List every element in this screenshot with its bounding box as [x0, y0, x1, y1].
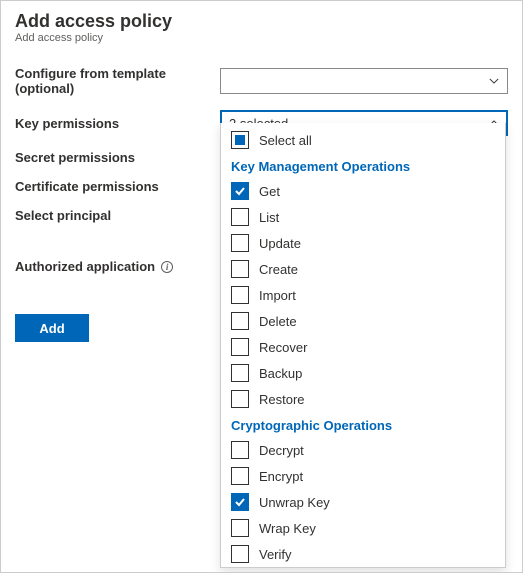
- label-secret-permissions: Secret permissions: [15, 150, 220, 165]
- configure-from-template-dropdown[interactable]: [220, 68, 508, 94]
- option-item[interactable]: Delete: [221, 308, 505, 334]
- label-select-principal: Select principal: [15, 208, 220, 223]
- option-item[interactable]: Backup: [221, 360, 505, 386]
- checkbox-icon: [231, 338, 249, 356]
- page-title: Add access policy: [15, 11, 508, 32]
- option-label: Import: [259, 288, 296, 303]
- chevron-down-icon: [489, 76, 499, 86]
- add-button[interactable]: Add: [15, 314, 89, 342]
- option-item[interactable]: List: [221, 204, 505, 230]
- checkbox-icon: [231, 208, 249, 226]
- checkbox-icon: [231, 234, 249, 252]
- option-label: List: [259, 210, 279, 225]
- checkbox-icon: [231, 519, 249, 537]
- add-access-policy-page: Add access policy Add access policy Conf…: [0, 0, 523, 573]
- checkbox-icon: [231, 441, 249, 459]
- option-item[interactable]: Wrap Key: [221, 515, 505, 541]
- option-item[interactable]: Import: [221, 282, 505, 308]
- checkbox-indeterminate-icon: [231, 131, 249, 149]
- option-label: Wrap Key: [259, 521, 316, 536]
- option-label: Get: [259, 184, 280, 199]
- key-permissions-flyout: Select all Key Management Operations Get L…: [220, 123, 506, 568]
- checkbox-checked-icon: [231, 182, 249, 200]
- option-item[interactable]: Sign: [221, 567, 505, 568]
- option-item[interactable]: Unwrap Key: [221, 489, 505, 515]
- label-certificate-permissions: Certificate permissions: [15, 179, 220, 194]
- option-item[interactable]: Restore: [221, 386, 505, 412]
- option-item[interactable]: Verify: [221, 541, 505, 567]
- label-configure-from-template: Configure from template (optional): [15, 66, 220, 96]
- checkbox-icon: [231, 390, 249, 408]
- option-label: Recover: [259, 340, 307, 355]
- label-authorized-application: Authorized application: [15, 259, 155, 274]
- option-label: Verify: [259, 547, 292, 562]
- option-item[interactable]: Get: [221, 178, 505, 204]
- option-label: Create: [259, 262, 298, 277]
- checkbox-icon: [231, 364, 249, 382]
- checkbox-icon: [231, 260, 249, 278]
- option-label: Backup: [259, 366, 302, 381]
- checkbox-icon: [231, 286, 249, 304]
- option-label: Restore: [259, 392, 305, 407]
- option-item[interactable]: Recover: [221, 334, 505, 360]
- option-label: Select all: [259, 133, 312, 148]
- option-item[interactable]: Update: [221, 230, 505, 256]
- checkbox-icon: [231, 545, 249, 563]
- label-key-permissions: Key permissions: [15, 116, 220, 131]
- option-label: Update: [259, 236, 301, 251]
- group-header: Cryptographic Operations: [221, 412, 505, 437]
- option-label: Delete: [259, 314, 297, 329]
- option-item[interactable]: Decrypt: [221, 437, 505, 463]
- option-item[interactable]: Create: [221, 256, 505, 282]
- page-subtitle: Add access policy: [15, 32, 508, 44]
- option-item[interactable]: Encrypt: [221, 463, 505, 489]
- option-label: Unwrap Key: [259, 495, 330, 510]
- group-header: Key Management Operations: [221, 153, 505, 178]
- checkbox-checked-icon: [231, 493, 249, 511]
- option-select-all[interactable]: Select all: [221, 127, 505, 153]
- checkbox-icon: [231, 467, 249, 485]
- option-label: Encrypt: [259, 469, 303, 484]
- info-icon[interactable]: i: [161, 261, 173, 273]
- checkbox-icon: [231, 312, 249, 330]
- option-label: Decrypt: [259, 443, 304, 458]
